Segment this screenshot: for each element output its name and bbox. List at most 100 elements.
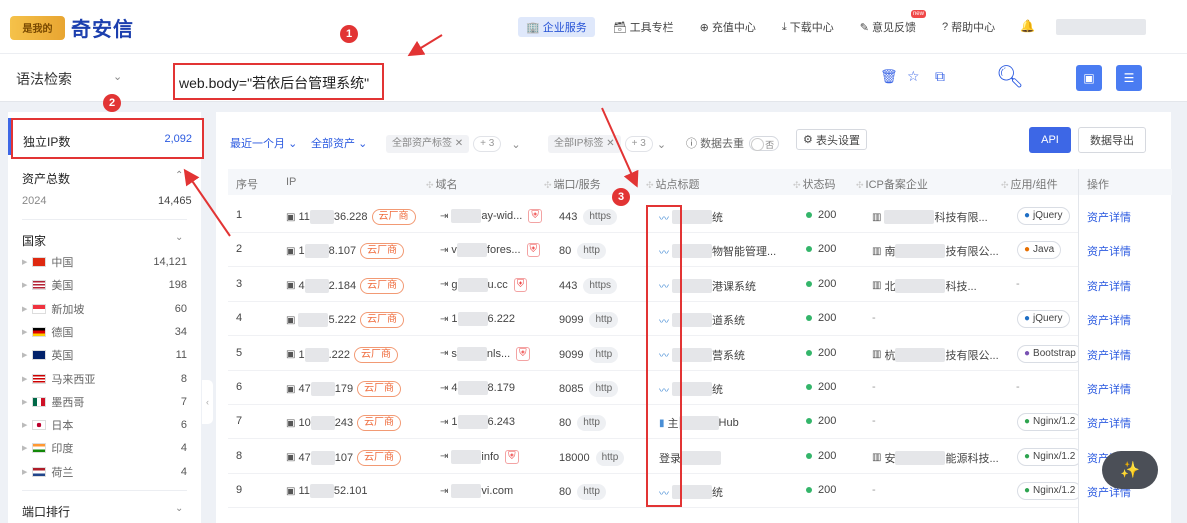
ip-tag-filter[interactable]: 全部IP标签 ✕ + 3 ⌄ [548, 135, 666, 153]
trash-icon[interactable]: 🗑 [880, 68, 898, 85]
query-input[interactable]: web.body="若依后台管理系统" [173, 63, 384, 100]
bookmark-panel-button[interactable]: ▣ [1076, 65, 1102, 91]
port-cell[interactable]: 443 https [559, 277, 618, 294]
ip-cell[interactable]: ▣ 11 52.101 [286, 484, 368, 499]
th-icp[interactable]: ✣ ICP备案企业 [856, 176, 928, 192]
asset-detail-link[interactable]: 资产详情 [1087, 312, 1131, 328]
chevron-down-icon[interactable]: ⌄ [657, 138, 666, 151]
th-status[interactable]: ✣ 状态码 [793, 176, 836, 192]
th-app[interactable]: ✣ 应用/组件 [1001, 176, 1058, 192]
ai-assistant-button[interactable]: ✨ [1102, 451, 1158, 489]
logo[interactable]: 是我的 奇安信 [10, 13, 134, 42]
port-cell[interactable]: 8085 http [559, 381, 619, 397]
domain-cell[interactable]: ⇥ info ⛨ [440, 449, 519, 464]
ip-cell[interactable]: ▣ 47 107 云厂商 [286, 449, 402, 466]
domain-cell[interactable]: ⇥ ay-wid... ⛨ [440, 209, 542, 223]
chevron-down-icon[interactable]: ⌄ [511, 138, 520, 151]
bell-icon[interactable]: 🔔 [1020, 19, 1035, 33]
asset-detail-link[interactable]: 资产详情 [1087, 209, 1131, 225]
th-title[interactable]: ✣ 站点标题 [646, 176, 700, 192]
nav-feedback[interactable]: ✎ 意见反馈 new [852, 10, 926, 37]
icp-cell[interactable]: ▥ 北 科技... [872, 278, 977, 294]
icp-cell[interactable]: ▥ 安 能源科技... [872, 450, 999, 466]
country-item[interactable]: ▶ 墨西哥 7 [22, 394, 187, 410]
ip-cell[interactable]: ▣ 1 .222 云厂商 [286, 346, 398, 363]
country-item[interactable]: ▶ 日本 6 [22, 417, 187, 433]
app-cell[interactable]: ● Java [1017, 241, 1062, 260]
chevron-down-icon[interactable]: ⌄ [113, 70, 122, 83]
unique-ip-card[interactable]: 独立IP数 2,092 [11, 118, 204, 159]
th-domain[interactable]: ✣ 域名 [426, 176, 458, 192]
ip-cell[interactable]: ▣ 10 243 云厂商 [286, 415, 402, 432]
nav-help[interactable]: ? 帮助中心 [934, 17, 1003, 37]
domain-suffix: 8.179 [487, 382, 516, 394]
domain-cell[interactable]: ⇥ 4 8.179 [440, 381, 515, 395]
icp-cell[interactable]: ▥ 科技有限... [872, 209, 988, 225]
dedupe-toggle[interactable]: 否 [749, 135, 780, 151]
history-panel-button[interactable]: ☰ [1116, 65, 1142, 91]
ip-cell[interactable]: ▣ 1 8.107 云厂商 [286, 243, 405, 260]
asset-tag-more[interactable]: + 3 [473, 136, 502, 152]
app-cell[interactable]: ● jQuery [1017, 207, 1070, 225]
domain-cell[interactable]: ⇥ g u.cc ⛨ [440, 277, 528, 292]
app-cell[interactable]: ● Bootstrap [1017, 344, 1083, 363]
country-item[interactable]: ▶ 马来西亚 8 [22, 371, 187, 387]
star-icon[interactable]: ☆ [907, 68, 920, 85]
collapse-sidebar-handle[interactable]: ‹ [202, 380, 213, 424]
time-range-filter[interactable]: 最近一个月 ⌄ [230, 135, 297, 151]
domain-cell[interactable]: ⇥ vi.com [440, 484, 513, 499]
ip-cell[interactable]: ▣ 5.222 云厂商 [286, 312, 404, 329]
column-settings-button[interactable]: ⚙ 表头设置 [796, 129, 867, 150]
chevron-down-icon[interactable]: ⌄ [175, 232, 183, 243]
user-account[interactable] [1056, 19, 1146, 35]
domain-cell[interactable]: ⇥ 1 6.222 [440, 312, 515, 327]
nav-recharge[interactable]: ⊕ 充值中心 [692, 17, 764, 37]
api-button[interactable]: API [1029, 127, 1071, 153]
port-cell[interactable]: 9099 http [559, 312, 619, 329]
domain-cell[interactable]: ⇥ v fores... ⛨ [440, 243, 541, 258]
country-item[interactable]: ▶ 中国 14,121 [22, 254, 187, 270]
app-cell[interactable]: ● Nginx/1.2 [1017, 447, 1083, 466]
app-cell[interactable]: ● Nginx/1.2 [1017, 482, 1083, 501]
asset-scope-filter[interactable]: 全部资产 ⌄ [311, 135, 367, 151]
app-cell[interactable]: ● Nginx/1.2 [1017, 413, 1083, 432]
ip-cell[interactable]: ▣ 47 179 云厂商 [286, 381, 402, 397]
port-cell[interactable]: 80 http [559, 484, 606, 501]
asset-detail-link[interactable]: 资产详情 [1087, 381, 1131, 397]
syntax-search-select[interactable]: 语法检索 [16, 69, 72, 89]
icp-cell[interactable]: ▥ 杭 技有限公... [872, 347, 999, 363]
app-cell[interactable]: ● jQuery [1017, 310, 1070, 329]
asset-detail-link[interactable]: 资产详情 [1087, 347, 1131, 363]
asset-detail-link[interactable]: 资产详情 [1087, 415, 1131, 431]
country-item[interactable]: ▶ 新加坡 60 [22, 301, 187, 317]
ip-tag-more[interactable]: + 3 [624, 136, 653, 152]
chevron-down-icon[interactable]: ⌄ [175, 503, 183, 514]
country-item[interactable]: ▶ 荷兰 4 [22, 464, 187, 480]
asset-tag-filter[interactable]: 全部资产标签 ✕ + 3 ⌄ [386, 135, 521, 153]
country-item[interactable]: ▶ 德国 34 [22, 324, 187, 340]
copy-icon[interactable]: ⧉ [935, 68, 945, 85]
country-item[interactable]: ▶ 英国 11 [22, 347, 187, 363]
ip-cell[interactable]: ▣ 4 2.184 云厂商 [286, 277, 405, 294]
nav-tools[interactable]: 🗃 工具专栏 [605, 17, 682, 37]
port-cell[interactable]: 80 http [559, 243, 606, 260]
domain-cell[interactable]: ⇥ s nls... ⛨ [440, 346, 530, 361]
th-port[interactable]: ✣ 端口/服务 [544, 176, 601, 192]
asset-detail-link[interactable]: 资产详情 [1087, 278, 1131, 294]
ip-cell[interactable]: ▣ 11 36.228 云厂商 [286, 209, 416, 225]
export-button[interactable]: 数据导出 [1078, 127, 1146, 153]
asset-detail-link[interactable]: 资产详情 [1087, 243, 1131, 259]
nav-enterprise[interactable]: 🏢 企业服务 [518, 17, 595, 37]
nav-download[interactable]: ⤓ 下载中心 [774, 17, 842, 37]
port-cell[interactable]: 18000 http [559, 449, 625, 466]
domain-cell[interactable]: ⇥ 1 6.243 [440, 415, 515, 430]
country-item[interactable]: ▶ 美国 198 [22, 277, 187, 293]
search-icon[interactable]: 🔍︎ [996, 64, 1024, 90]
port-cell[interactable]: 80 http [559, 415, 606, 432]
country-item[interactable]: ▶ 印度 4 [22, 440, 187, 456]
chevron-up-icon[interactable]: ⌃ [175, 170, 183, 181]
port-cell[interactable]: 443 https [559, 209, 618, 225]
port-cell[interactable]: 9099 http [559, 346, 619, 363]
domain-prefix: g [451, 278, 458, 291]
icp-cell[interactable]: ▥ 南 技有限公... [872, 243, 999, 259]
